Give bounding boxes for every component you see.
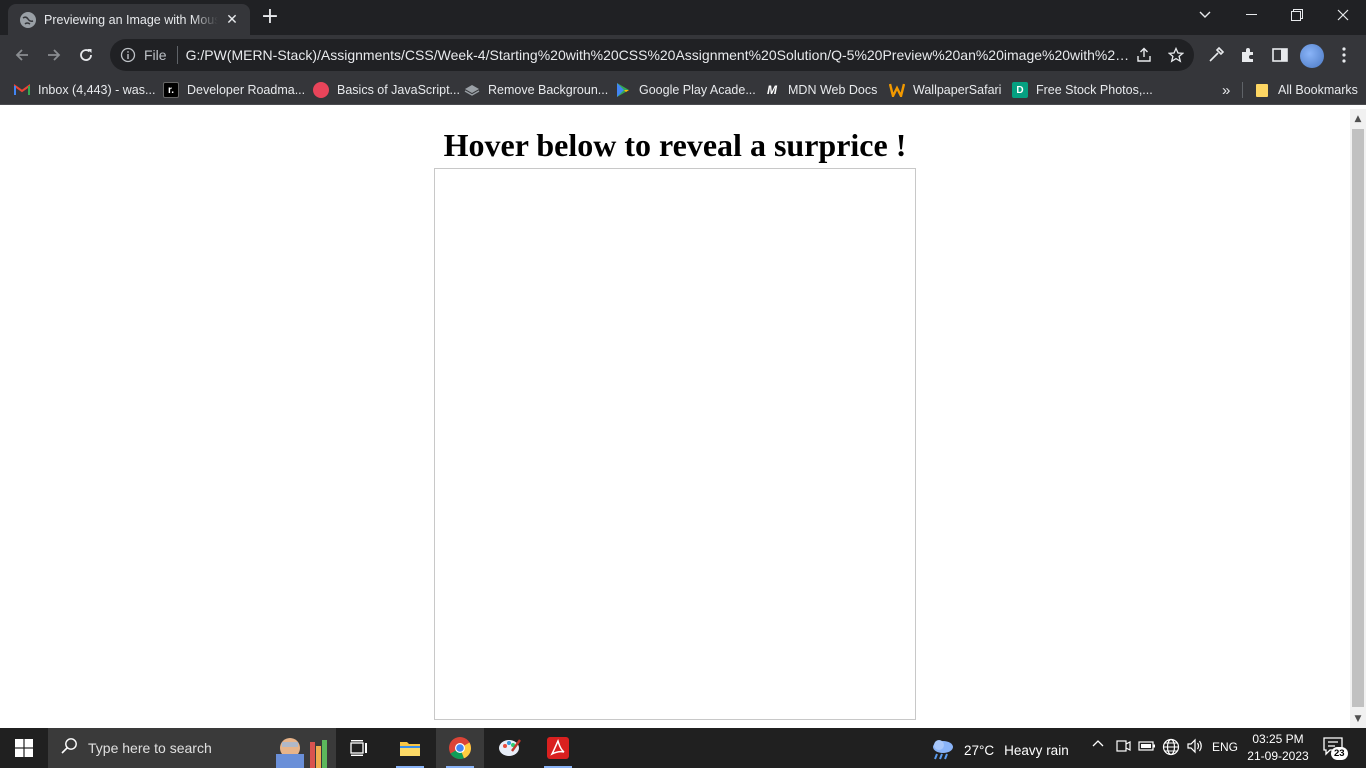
bookmarks-overflow-button[interactable]: » (1222, 81, 1230, 99)
mdn-icon: M (767, 83, 777, 97)
clock-time: 03:25 PM (1252, 732, 1304, 746)
vertical-scrollbar[interactable]: ▲ ▼ (1350, 109, 1366, 728)
menu-kebab-icon[interactable] (1334, 45, 1354, 65)
page-viewport: Hover below to reveal a surprice ! (0, 109, 1350, 728)
google-play-icon (615, 82, 631, 98)
weather-description: Heavy rain (1004, 743, 1069, 758)
globe-icon (20, 11, 36, 28)
hover-preview-box[interactable] (434, 168, 916, 720)
forward-arrow-icon[interactable] (42, 43, 66, 67)
scroll-down-arrow-icon[interactable]: ▼ (1350, 711, 1366, 727)
eyedropper-extension-icon[interactable] (1206, 45, 1226, 65)
notification-count-badge: 23 (1331, 747, 1348, 760)
new-tab-button[interactable]: + (258, 6, 282, 30)
task-view-icon[interactable] (336, 728, 384, 768)
share-icon[interactable] (1136, 47, 1152, 63)
weather-temperature: 27°C (964, 743, 995, 758)
bookmark-star-icon[interactable] (1167, 46, 1185, 63)
clock-date: 21-09-2023 (1247, 749, 1309, 763)
chrome-taskbar-icon[interactable] (436, 728, 484, 768)
weather-widget[interactable]: 27°C Heavy rain (930, 738, 1069, 763)
language-indicator[interactable]: ENG (1212, 740, 1238, 754)
active-tab[interactable]: Previewing an Image with Mouse Hover ✕ (8, 4, 250, 35)
bookmark-item[interactable]: D Free Stock Photos,... (1012, 81, 1153, 99)
bookmark-label: Inbox (4,443) - was... (38, 83, 156, 97)
bookmark-label: Free Stock Photos,... (1036, 83, 1153, 97)
minimize-button[interactable] (1228, 0, 1274, 30)
back-arrow-icon[interactable] (10, 43, 34, 67)
adobe-acrobat-icon[interactable] (534, 728, 582, 768)
restore-button[interactable] (1274, 0, 1320, 30)
removebg-icon (464, 82, 480, 98)
address-scheme-label: File (144, 47, 167, 63)
wallpapersafari-icon (889, 82, 905, 98)
bookmarks-divider (1242, 82, 1243, 98)
all-bookmarks-button[interactable]: All Bookmarks (1254, 81, 1358, 99)
tab-close-icon[interactable]: ✕ (224, 12, 240, 28)
info-icon[interactable] (120, 47, 136, 63)
bookmark-label: MDN Web Docs (788, 83, 878, 97)
side-panel-icon[interactable] (1270, 45, 1290, 65)
scrollbar-thumb[interactable] (1352, 129, 1364, 707)
bookmark-label: Google Play Acade... (639, 83, 756, 97)
taskbar-search-box[interactable]: Type here to search (48, 728, 336, 768)
url-text[interactable]: G:/PW(MERN-Stack)/Assignments/CSS/Week-4… (186, 47, 1132, 63)
file-explorer-icon[interactable] (386, 728, 434, 768)
bookmark-item[interactable]: Basics of JavaScript... (313, 81, 460, 99)
bookmark-item[interactable]: Remove Backgroun... (464, 81, 608, 99)
scroll-up-arrow-icon[interactable]: ▲ (1350, 111, 1366, 127)
all-bookmarks-label: All Bookmarks (1278, 83, 1358, 97)
show-hidden-icons-chevron-icon[interactable] (1092, 738, 1104, 753)
close-window-button[interactable] (1320, 0, 1366, 30)
windows-start-button[interactable] (0, 728, 48, 768)
windows-taskbar: Type here to search 27°C Heavy rain ENG … (0, 728, 1366, 768)
stock-photos-icon: D (1012, 82, 1028, 98)
bookmark-item[interactable]: WallpaperSafari (889, 81, 1001, 99)
extensions-puzzle-icon[interactable] (1238, 45, 1258, 65)
js-basics-icon (313, 82, 329, 98)
profile-avatar[interactable] (1300, 44, 1324, 68)
page-heading: Hover below to reveal a surprice ! (443, 127, 907, 163)
roadmap-icon: r. (163, 82, 179, 98)
bookmark-item[interactable]: Inbox (4,443) - was... (14, 81, 155, 99)
meet-now-icon[interactable] (1115, 738, 1131, 757)
search-icon (60, 737, 78, 759)
bookmark-item[interactable]: Google Play Acade... (615, 81, 756, 99)
bookmark-item[interactable]: r. Developer Roadma... (163, 81, 305, 99)
browser-title-bar: Previewing an Image with Mouse Hover ✕ + (0, 0, 1366, 35)
system-clock[interactable]: 03:25 PM 21-09-2023 (1240, 731, 1316, 765)
bookmark-item[interactable]: M MDN Web Docs (764, 81, 877, 99)
bookmark-label: Developer Roadma... (187, 83, 306, 97)
bookmark-label: Basics of JavaScript... (337, 83, 460, 97)
browser-toolbar: File G:/PW(MERN-Stack)/Assignments/CSS/W… (0, 35, 1366, 75)
volume-icon[interactable] (1186, 738, 1204, 757)
folder-icon (1254, 82, 1270, 98)
address-bar[interactable]: File G:/PW(MERN-Stack)/Assignments/CSS/W… (110, 39, 1194, 71)
network-globe-icon[interactable] (1162, 738, 1180, 759)
tab-search-chevron-icon[interactable] (1182, 0, 1228, 30)
paint-app-icon[interactable] (486, 728, 534, 768)
bookmark-label: Remove Backgroun... (488, 83, 609, 97)
gmail-icon (14, 82, 30, 98)
battery-icon[interactable] (1138, 738, 1156, 757)
search-placeholder: Type here to search (88, 740, 212, 756)
search-highlight-illustration (268, 728, 334, 768)
rain-cloud-icon (930, 738, 956, 763)
bookmark-label: WallpaperSafari (913, 83, 1002, 97)
address-separator (176, 46, 178, 64)
reload-icon[interactable] (74, 43, 98, 67)
tab-title: Previewing an Image with Mouse Hover (44, 12, 218, 27)
bookmarks-bar: Inbox (4,443) - was... r. Developer Road… (0, 75, 1366, 105)
